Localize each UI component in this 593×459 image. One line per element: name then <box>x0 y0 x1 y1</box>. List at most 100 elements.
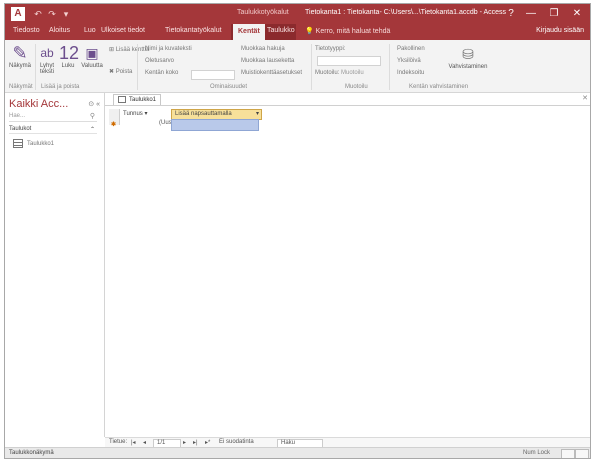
ribbon-tabs: Tiedosto Aloitus Luo Ulkoiset tiedot Tie… <box>5 24 590 40</box>
short-text-button[interactable]: ab Lyhyt teksti <box>37 43 57 75</box>
undo-icon[interactable]: ↶ <box>33 9 43 19</box>
context-tab-group: Taulukkotyökalut <box>237 9 289 16</box>
validation-icon: ⛁ <box>462 46 474 62</box>
access-logo-icon: A <box>11 7 25 21</box>
name-caption-button[interactable]: Nimi ja kuvateksti <box>145 46 192 52</box>
indexed-checkbox[interactable]: Indeksoitu <box>397 70 424 76</box>
status-bar: Taulukkonäkymä Num Lock <box>5 447 590 458</box>
close-document-icon[interactable]: ✕ <box>582 94 588 102</box>
table-icon <box>13 139 23 148</box>
maximize-button[interactable]: ❐ <box>546 6 562 22</box>
new-record-button[interactable]: ▸* <box>205 439 210 446</box>
validation-label: Vahvistaminen <box>448 64 488 70</box>
tab-database-tools[interactable]: Tietokantatyökalut <box>165 27 222 34</box>
next-record-button[interactable]: ▸ <box>183 439 186 446</box>
selected-cell[interactable] <box>171 119 259 131</box>
validation-button[interactable]: ⛁ Vahvistaminen <box>437 44 499 70</box>
nav-search-placeholder: Hae... <box>9 113 26 119</box>
data-type-label: Tietotyyppi: <box>315 46 346 52</box>
delete-label: Poista <box>115 69 133 75</box>
chevron-down-icon[interactable]: ▾ <box>256 110 259 119</box>
nav-section-label: Taulukot <box>9 126 32 132</box>
document-tab-label: Taulukko1 <box>129 97 157 103</box>
view-icon: ✎ <box>12 43 28 63</box>
modify-lookups-button[interactable]: Muokkaa hakuja <box>241 46 285 52</box>
shutter-bar-icon[interactable]: « <box>96 101 100 108</box>
tell-me-text: Kerro, mitä haluat tehdä <box>315 28 391 35</box>
view-button[interactable]: ✎ Näkymä <box>8 43 32 69</box>
group-label-add-delete: Lisää ja poista <box>41 84 80 90</box>
record-label: Tietue: <box>109 439 128 445</box>
number-button[interactable]: 12 Luku <box>59 43 79 69</box>
tab-file[interactable]: Tiedosto <box>13 27 40 34</box>
sign-in-link[interactable]: Kirjaudu sisään <box>536 27 584 34</box>
field-size-input[interactable] <box>191 70 235 80</box>
customize-qat-icon[interactable]: ▾ <box>61 9 71 19</box>
filter-status[interactable]: Ei suodatinta <box>219 439 254 445</box>
tab-home[interactable]: Aloitus <box>49 27 70 34</box>
more-fields-button[interactable]: ⊞ Lisää kenttiä <box>109 46 149 53</box>
navigation-pane: Kaikki Acc... ⊙ « Hae... ⚲ Taulukot ⌃ Ta… <box>5 93 105 437</box>
delete-field-button[interactable]: ✖ Poista <box>109 68 132 75</box>
field-size-label: Kentän koko <box>145 70 179 76</box>
window-title: Tietokanta1 : Tietokanta- C:\Users\...\T… <box>305 9 507 16</box>
group-label-field-validation: Kentän vahvistaminen <box>409 84 469 90</box>
memo-settings-button[interactable]: Muistiokenttäasetukset <box>241 70 302 76</box>
close-button[interactable]: ✕ <box>569 6 585 22</box>
number-label: Luku <box>61 63 75 69</box>
currency-icon: ▣ <box>85 45 99 61</box>
format-label: Muotoilu: <box>315 70 340 76</box>
chevron-up-icon: ⌃ <box>89 127 95 133</box>
tab-external-data[interactable]: Ulkoiset tiedot <box>101 27 145 34</box>
design-view-button[interactable] <box>575 449 589 458</box>
group-label-views: Näkymät <box>9 84 33 90</box>
nav-title[interactable]: Kaikki Acc... <box>9 98 68 110</box>
unique-checkbox[interactable]: Yksilöivä <box>397 58 421 64</box>
short-text-icon: ab <box>40 46 54 60</box>
datasheet-view-button[interactable] <box>561 449 575 458</box>
nav-menu-icon[interactable]: ⊙ <box>88 101 94 108</box>
delete-icon: ✖ <box>109 69 116 75</box>
datasheet-view: Taulukko1 ✕ ✱ Tunnus ▾ Lisää napsauttama… <box>105 93 590 437</box>
column-header-id[interactable]: Tunnus ▾ <box>123 110 147 117</box>
column-header-label: Lisää napsauttamalla <box>175 111 232 117</box>
grid-top-border <box>105 105 590 106</box>
sort-dropdown-icon[interactable]: ▾ <box>144 111 147 117</box>
title-bar: A ↶ ↷ ▾ Taulukkotyökalut Tietokanta1 : T… <box>5 4 590 24</box>
short-text-label: Lyhyt teksti <box>39 63 55 75</box>
group-label-formatting: Muotoilu <box>345 84 368 90</box>
new-record-icon: ✱ <box>111 122 117 128</box>
default-value-button[interactable]: Oletusarvo <box>145 58 174 64</box>
search-icon: ⚲ <box>89 113 95 120</box>
ribbon-separator <box>389 44 390 90</box>
record-position: 1/1 <box>157 440 166 446</box>
previous-record-button[interactable]: ◂ <box>143 439 146 446</box>
data-type-select[interactable] <box>317 56 381 66</box>
nav-controls[interactable]: ⊙ « <box>88 100 100 108</box>
first-record-button[interactable]: |◂ <box>131 439 136 446</box>
nav-search-input[interactable]: Hae... ⚲ <box>9 113 97 122</box>
ribbon-separator <box>35 44 36 90</box>
num-lock-indicator: Num Lock <box>522 450 550 456</box>
minimize-button[interactable]: — <box>523 6 539 22</box>
nav-item-label: Taulukko1 <box>27 141 55 148</box>
view-label: Näkymä <box>8 63 31 69</box>
tab-table[interactable]: Taulukko <box>267 27 295 34</box>
nav-item-table1[interactable]: Taulukko1 <box>13 139 54 148</box>
required-checkbox[interactable]: Pakollinen <box>397 46 425 52</box>
redo-icon[interactable]: ↷ <box>47 9 57 19</box>
modify-expression-button[interactable]: Muokkaa lauseketta <box>241 58 294 64</box>
column-header-label: Tunnus <box>123 111 143 117</box>
tab-create[interactable]: Luo <box>84 27 96 34</box>
currency-button[interactable]: ▣ Valuutta <box>79 43 105 69</box>
tell-me-box[interactable]: 💡 Kerro, mitä haluat tehdä <box>305 27 390 35</box>
help-button[interactable]: ? <box>503 6 519 22</box>
nav-section-tables[interactable]: Taulukot ⌃ <box>9 126 97 134</box>
format-select[interactable]: Muotoilu <box>341 70 364 76</box>
ribbon: ✎ Näkymä Näkymät ab Lyhyt teksti 12 Luku… <box>5 40 590 93</box>
table-icon <box>118 95 126 103</box>
status-text: Taulukkonäkymä <box>9 450 54 456</box>
tab-fields[interactable]: Kentät <box>233 24 265 40</box>
more-fields-icon: ⊞ <box>109 47 116 53</box>
last-record-button[interactable]: ▸| <box>193 439 198 446</box>
